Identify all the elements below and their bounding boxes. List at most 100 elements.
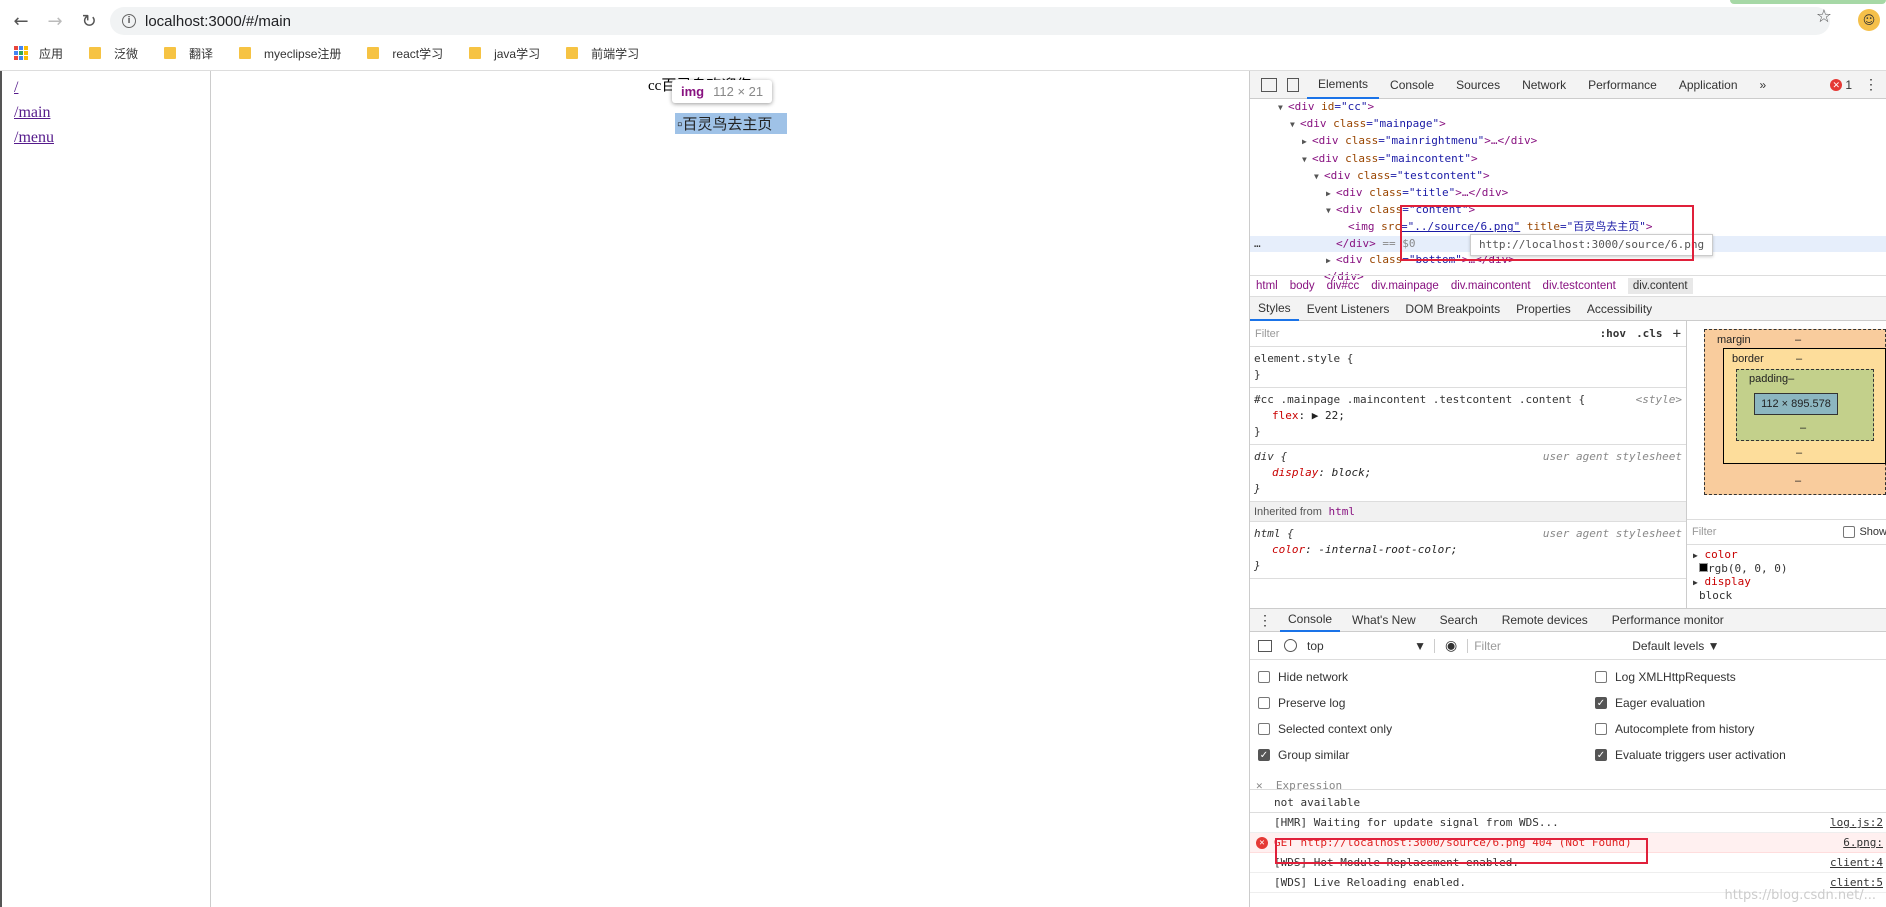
collapse-arrow-icon[interactable]: ▶ [1326,186,1336,202]
dom-node[interactable]: ▼ <div class="testcontent"> [1250,168,1886,185]
console-setting[interactable]: Selected context only [1258,722,1392,736]
drawer-tab-console[interactable]: Console [1280,608,1341,632]
drawer-menu-icon[interactable]: ⋮ [1250,612,1280,629]
dom-node[interactable]: ▼ <div class="maincontent"> [1250,151,1886,168]
show-all-checkbox[interactable] [1843,526,1856,538]
expand-arrow-icon[interactable]: ▼ [1278,100,1288,116]
clear-console-icon[interactable] [1284,639,1297,652]
tab-elements[interactable]: Elements [1307,71,1380,99]
dom-node[interactable]: ▶ <div class="title">…</div> [1250,185,1886,202]
dom-node-menu-icon[interactable]: … [1254,236,1261,252]
breadcrumb-item[interactable]: div.content [1627,278,1693,294]
bookmark-folder[interactable]: 前端学习 [566,45,639,62]
expand-arrow-icon[interactable]: ▼ [1290,117,1300,133]
subtab-event-listeners[interactable]: Event Listeners [1299,297,1398,321]
dom-node[interactable]: ▼ <div id="cc"> [1250,99,1886,116]
back-button[interactable]: ← [8,8,34,34]
drawer-tab-whats-new[interactable]: What's New [1340,608,1428,632]
breadcrumb-item[interactable]: body [1290,280,1315,292]
console-setting[interactable]: ✓ Group similar [1258,748,1349,762]
console-setting[interactable]: Hide network [1258,670,1348,684]
console-setting[interactable]: Preserve log [1258,696,1345,710]
device-toolbar-icon[interactable] [1287,77,1299,92]
more-vert-icon[interactable]: ⋮ [1864,76,1878,93]
setting-checkbox[interactable] [1258,697,1270,709]
box-content[interactable]: 112 × 895.578 [1754,393,1838,415]
console-setting[interactable]: Autocomplete from history [1595,722,1754,736]
setting-checkbox[interactable] [1258,671,1270,683]
breadcrumb-item[interactable]: div.mainpage [1371,280,1439,292]
console-setting[interactable]: Log XMLHttpRequests [1595,670,1736,684]
bookmark-folder[interactable]: 泛微 [89,45,138,62]
expand-arrow-icon[interactable]: ▼ [1314,169,1324,185]
message-source-link[interactable]: 6.png: [1843,836,1883,849]
nav-link-root[interactable]: / [14,75,210,100]
error-badge[interactable]: ✕ 1 [1830,78,1852,92]
setting-checkbox[interactable]: ✓ [1595,697,1607,709]
setting-checkbox[interactable] [1595,723,1607,735]
drawer-tab-performance-monitor[interactable]: Performance monitor [1600,608,1736,632]
dom-node[interactable]: ▶ <div class="mainrightmenu">…</div> [1250,133,1886,150]
subtab-accessibility[interactable]: Accessibility [1579,297,1660,321]
forward-button[interactable]: → [42,8,68,34]
bookmark-folder[interactable]: myeclipse注册 [239,45,341,62]
message-source-link[interactable]: log.js:2 [1830,816,1883,829]
context-select[interactable]: top ▼ [1307,638,1435,653]
bookmark-folder[interactable]: react学习 [367,45,443,62]
tab-sources[interactable]: Sources [1445,71,1511,99]
computed-filter-input[interactable]: Filter [1692,526,1716,538]
log-levels-dropdown[interactable]: Default levels ▼ [1632,639,1719,653]
sidebar-toggle-icon[interactable] [1258,639,1272,652]
collapse-arrow-icon[interactable]: ▶ [1326,253,1336,269]
inspect-icon[interactable] [1261,77,1277,92]
add-rule-icon[interactable]: + [1673,326,1681,342]
breadcrumb-item[interactable]: div.maincontent [1451,280,1531,292]
expand-arrow-icon[interactable]: ▼ [1302,152,1312,168]
bookmark-apps[interactable]: 应用 [14,45,63,62]
breadcrumb-item[interactable]: div#cc [1327,280,1360,292]
console-filter-input[interactable]: Filter [1467,638,1622,653]
tab-application[interactable]: Application [1668,71,1749,99]
address-bar[interactable]: i localhost:3000/#/main [110,7,1830,35]
info-icon[interactable]: i [122,14,136,28]
subtab-styles[interactable]: Styles [1250,297,1299,321]
star-icon[interactable]: ☆ [1816,6,1832,27]
hov-button[interactable]: :hov [1600,327,1627,340]
bookmark-folder[interactable]: java学习 [469,45,540,62]
setting-checkbox[interactable]: ✓ [1595,749,1607,761]
expression-header[interactable]: ✕ Expression [1250,775,1886,796]
rule-property[interactable]: flex: ▶ 22; [1272,408,1682,424]
reload-button[interactable]: ↻ [76,8,102,34]
drawer-tab-remote-devices[interactable]: Remote devices [1490,608,1600,632]
rule-source[interactable]: <style> [1636,392,1682,408]
subtab-properties[interactable]: Properties [1508,297,1579,321]
collapse-arrow-icon[interactable]: ▶ [1302,134,1312,150]
nav-link-main[interactable]: /main [14,100,210,125]
avatar[interactable]: ☺ [1858,9,1880,31]
console-setting[interactable]: ✓ Evaluate triggers user activation [1595,748,1786,762]
subtab-dom-breakpoints[interactable]: DOM Breakpoints [1397,297,1508,321]
broken-image[interactable]: ▫百灵鸟去主页 [675,113,787,134]
tab-performance[interactable]: Performance [1577,71,1668,99]
console-message[interactable]: [HMR] Waiting for update signal from WDS… [1250,813,1886,833]
breadcrumb-item[interactable]: html [1256,280,1278,292]
expand-arrow-icon[interactable]: ▼ [1326,203,1336,219]
console-setting[interactable]: ✓ Eager evaluation [1595,696,1705,710]
dom-node[interactable]: ▼ <div class="mainpage"> [1250,116,1886,133]
setting-checkbox[interactable] [1595,671,1607,683]
nav-link-menu[interactable]: /menu [14,125,210,150]
setting-checkbox[interactable]: ✓ [1258,749,1270,761]
styles-filter[interactable]: Filter :hov .cls + [1250,321,1686,347]
breadcrumb-item[interactable]: div.testcontent [1543,280,1616,292]
styles-filter-input[interactable]: Filter [1255,328,1279,340]
inherited-tag[interactable]: html [1329,505,1356,518]
url-text[interactable]: localhost:3000/#/main [145,13,291,30]
bookmark-folder[interactable]: 翻译 [164,45,213,62]
drawer-tab-search[interactable]: Search [1428,608,1490,632]
tab-network[interactable]: Network [1511,71,1577,99]
setting-checkbox[interactable] [1258,723,1270,735]
eye-icon[interactable]: ◉ [1445,637,1457,654]
show-all-toggle[interactable]: Show [1843,526,1886,538]
computed-item[interactable]: ▶ color [1693,548,1881,562]
tab-more[interactable]: » [1749,71,1778,99]
